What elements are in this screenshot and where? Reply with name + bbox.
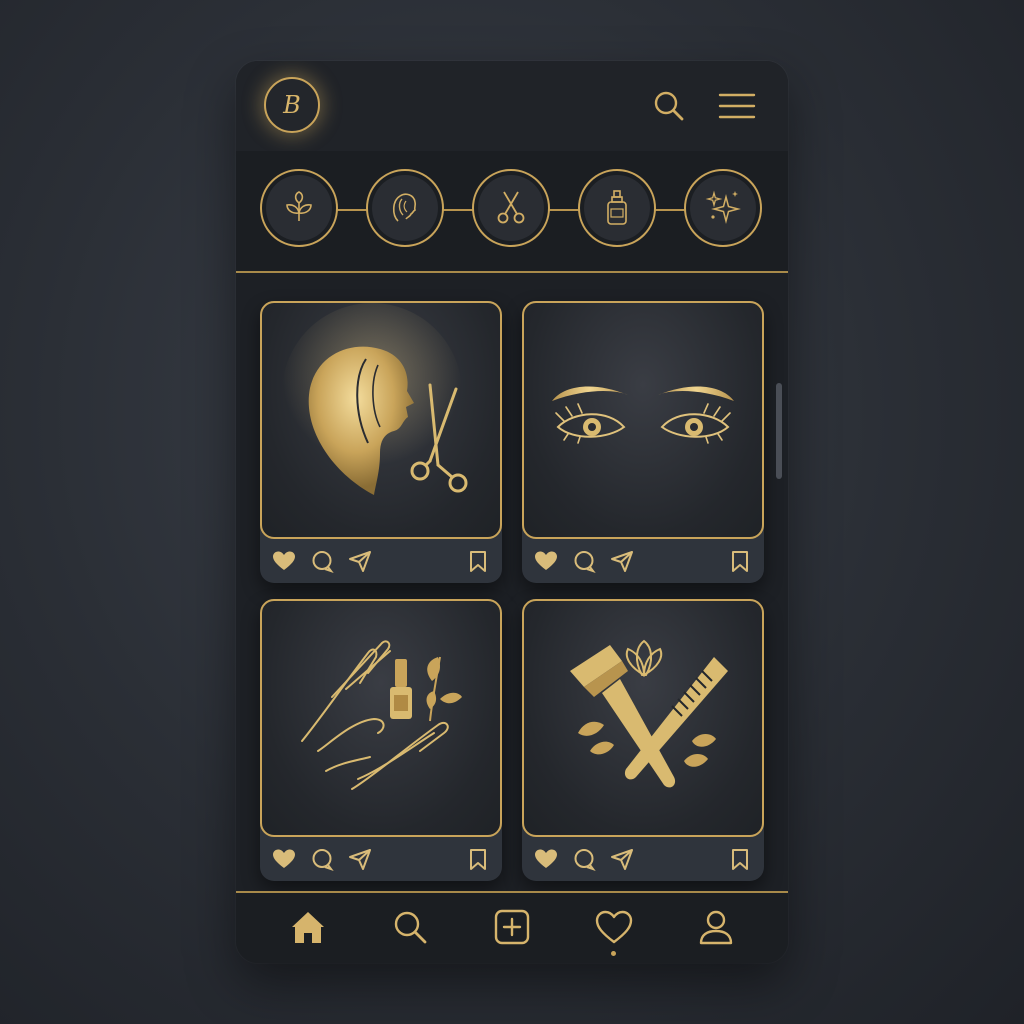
activity-indicator-dot [611, 951, 616, 956]
comment-icon[interactable] [310, 549, 334, 573]
top-bar: B [236, 61, 788, 151]
comment-icon[interactable] [572, 549, 596, 573]
scrollbar-thumb[interactable] [776, 383, 782, 479]
share-icon[interactable] [610, 549, 634, 573]
story-haircut[interactable] [472, 169, 550, 247]
post-image-nails[interactable] [260, 599, 502, 837]
app-window: B [236, 61, 788, 963]
bookmark-icon[interactable] [728, 847, 752, 871]
profile-icon[interactable] [696, 907, 736, 947]
brush-comb-illustration [570, 639, 728, 788]
post-card [260, 301, 502, 583]
story-highlights [236, 151, 788, 273]
comment-icon[interactable] [572, 847, 596, 871]
hands-nail-polish-illustration [301, 640, 462, 790]
bookmark-icon[interactable] [466, 847, 490, 871]
home-icon[interactable] [288, 907, 328, 947]
spray-bottle-icon [607, 190, 627, 225]
scissors-icon [497, 191, 525, 224]
logo-letter: B [283, 91, 301, 119]
bottom-navigation [236, 891, 788, 963]
heart-icon[interactable] [272, 847, 296, 871]
leaf-sprout-icon [286, 191, 312, 221]
bookmark-icon[interactable] [728, 549, 752, 573]
heart-icon[interactable] [534, 549, 558, 573]
post-card [522, 301, 764, 583]
post-actions [260, 539, 502, 583]
post-image-brush-comb[interactable] [522, 599, 764, 837]
search-icon[interactable] [390, 907, 430, 947]
post-feed [236, 273, 788, 891]
story-leaf[interactable] [260, 169, 338, 247]
woman-profile-icon [392, 193, 417, 222]
share-icon[interactable] [610, 847, 634, 871]
heart-icon[interactable] [272, 549, 296, 573]
brand-logo[interactable]: B [264, 77, 320, 133]
post-image-eyes[interactable] [522, 301, 764, 539]
heart-icon[interactable] [594, 907, 634, 947]
heart-icon[interactable] [534, 847, 558, 871]
story-products[interactable] [578, 169, 656, 247]
sparkles-icon [705, 190, 741, 224]
post-image-hair[interactable] [260, 301, 502, 539]
share-icon[interactable] [348, 549, 372, 573]
story-sparkle[interactable] [684, 169, 762, 247]
hamburger-menu-icon[interactable] [718, 87, 756, 125]
bookmark-icon[interactable] [466, 549, 490, 573]
share-icon[interactable] [348, 847, 372, 871]
hair-scissors-illustration [282, 303, 468, 495]
search-icon[interactable] [650, 87, 688, 125]
post-card [260, 599, 502, 881]
add-post-icon[interactable] [492, 907, 532, 947]
post-actions [260, 837, 502, 881]
post-actions [522, 539, 764, 583]
post-card [522, 599, 764, 881]
comment-icon[interactable] [310, 847, 334, 871]
post-actions [522, 837, 764, 881]
story-beauty[interactable] [366, 169, 444, 247]
eyes-brows-illustration [552, 386, 734, 444]
